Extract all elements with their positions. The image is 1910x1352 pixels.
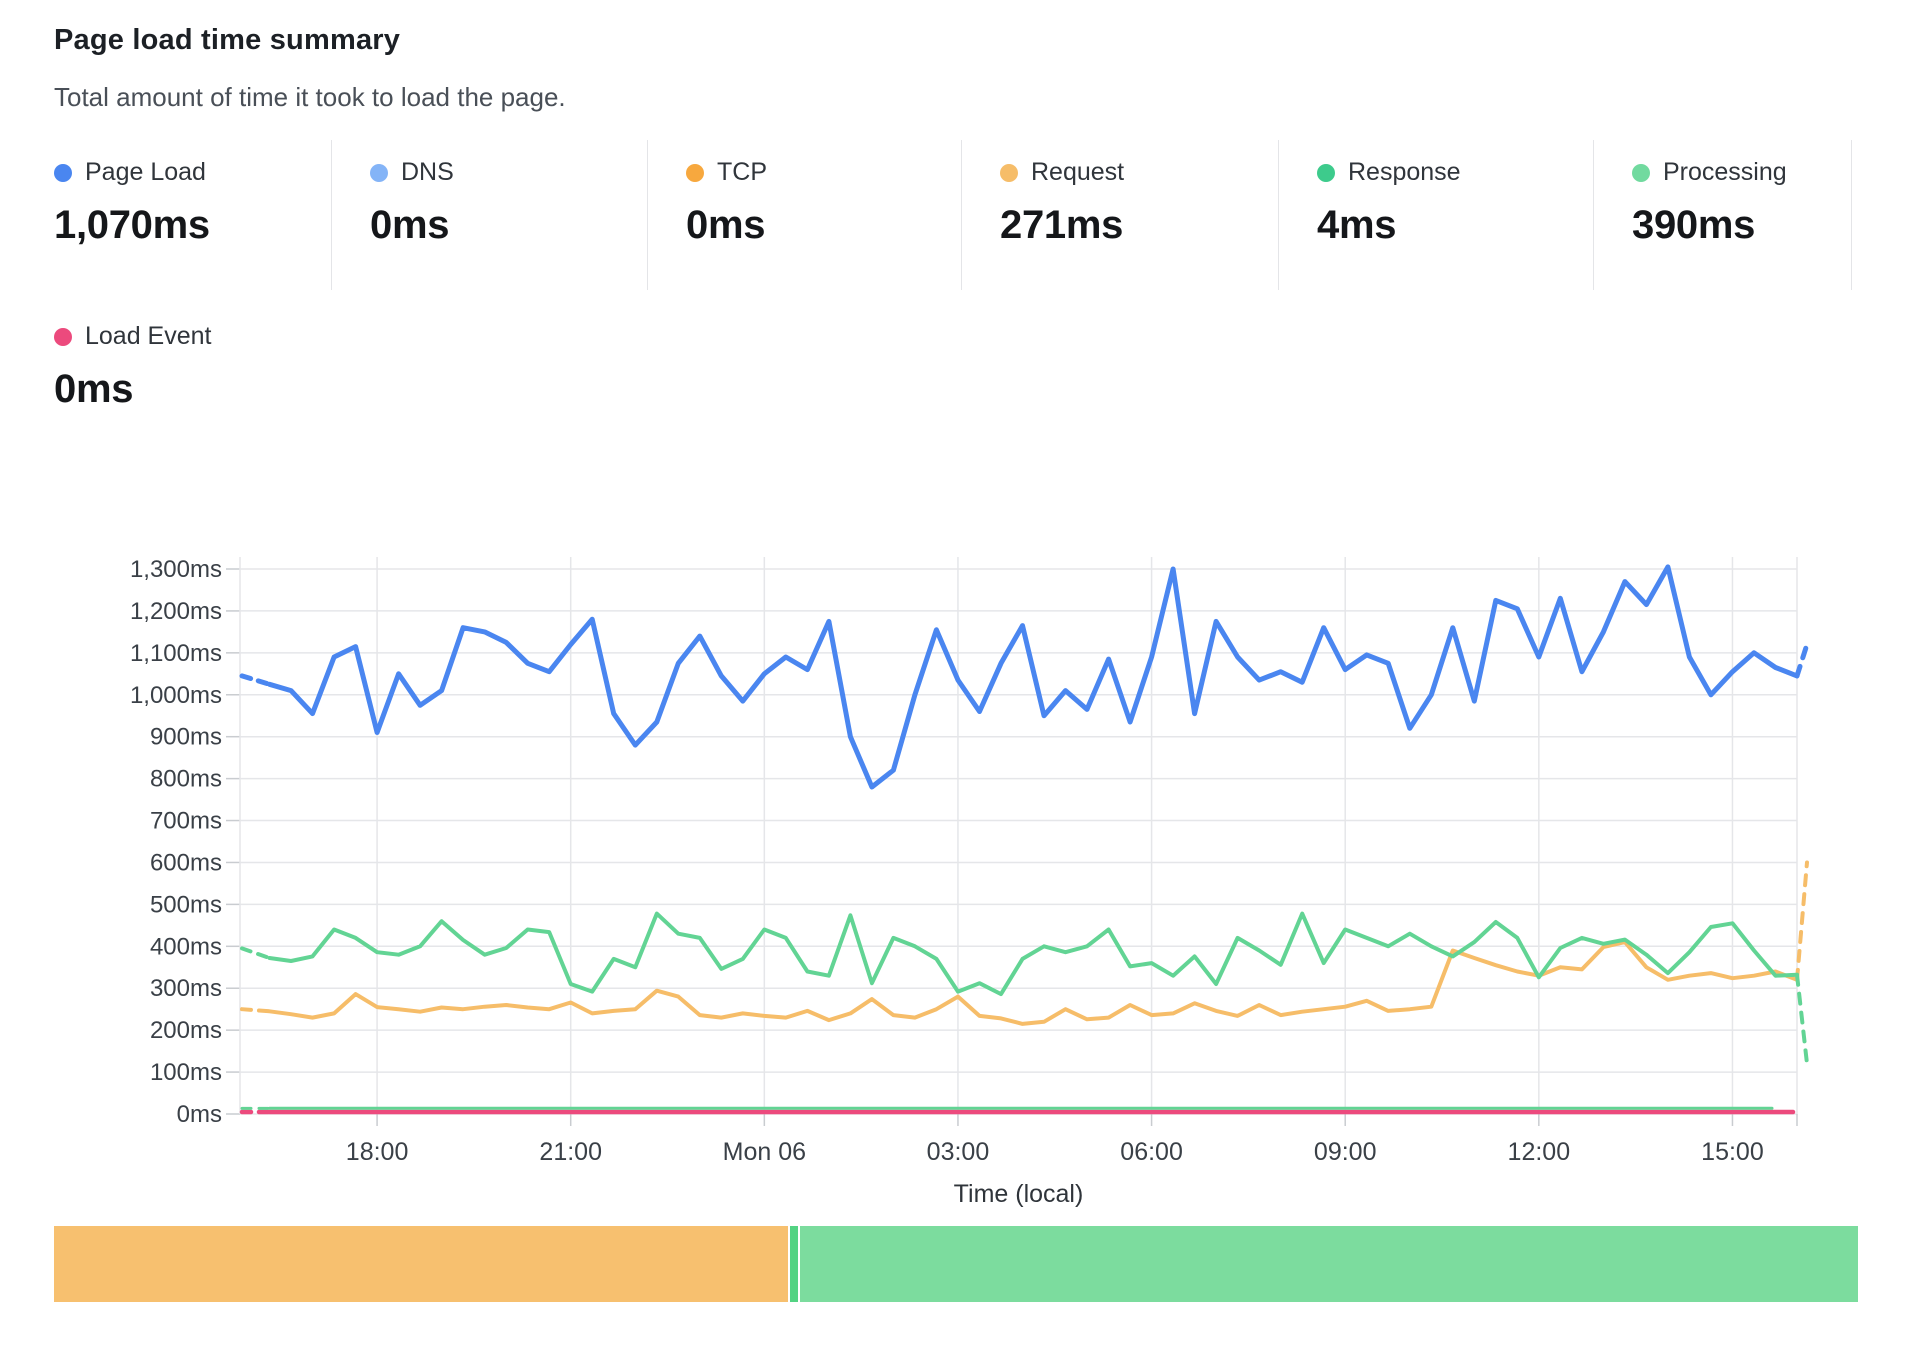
dns-legend-dot-icon: [370, 164, 388, 182]
load-event-label: Load Event: [85, 322, 212, 351]
line-chart-svg[interactable]: 0ms 100ms 200ms 300ms 400ms 500ms 600ms 700ms 80…: [0, 540, 1910, 1240]
metric-summary-row: Page Load 1,070ms DNS 0ms TCP 0ms Request 271ms…: [54, 140, 1852, 290]
metric-summary-page-load: Page Load 1,070ms: [54, 140, 332, 290]
metric-summary-dns: DNS 0ms: [332, 140, 648, 290]
y-tick-label: 1,100ms: [130, 640, 222, 667]
page-load-legend-dot-icon: [54, 164, 72, 182]
y-tick-label: 300ms: [150, 975, 222, 1002]
request-line-dashed-start: [242, 1009, 270, 1011]
x-tick-label: 15:00: [1701, 1138, 1764, 1166]
x-tick-label: 03:00: [927, 1138, 990, 1166]
load-event-value: 0ms: [54, 367, 212, 412]
tcp-legend-dot-icon: [686, 164, 704, 182]
page-load-value: 1,070ms: [54, 203, 331, 248]
metric-summary-row-2: Load Event 0ms: [54, 322, 212, 412]
metric-summary-tcp: TCP 0ms: [648, 140, 962, 290]
x-tick-label: Mon 06: [723, 1138, 806, 1166]
y-tick-label: 1,200ms: [130, 598, 222, 625]
page-subtitle: Total amount of time it took to load the…: [54, 82, 566, 113]
metric-summary-processing: Processing 390ms: [1594, 140, 1852, 290]
x-tick-label: 09:00: [1314, 1138, 1377, 1166]
response-value: 4ms: [1317, 203, 1593, 248]
y-tick-label: 1,000ms: [130, 682, 222, 709]
y-tick-label: 600ms: [150, 849, 222, 876]
y-tick-label: 100ms: [150, 1059, 222, 1086]
response-legend-dot-icon: [1317, 164, 1335, 182]
processing-line-dashed-start: [242, 948, 270, 958]
y-tick-label: 1,300ms: [130, 556, 222, 583]
request-value: 271ms: [1000, 203, 1278, 248]
request-line-dashed-end: [1797, 862, 1807, 979]
status-segment-up-1[interactable]: [790, 1226, 798, 1302]
status-segment-up-2[interactable]: [800, 1226, 1858, 1302]
tcp-value: 0ms: [686, 203, 961, 248]
page-load-summary-panel: Page load time summary Total amount of t…: [0, 0, 1910, 1352]
processing-label: Processing: [1663, 158, 1787, 187]
x-tick-label: 18:00: [346, 1138, 409, 1166]
page-load-time-chart[interactable]: 0ms 100ms 200ms 300ms 400ms 500ms 600ms 700ms 80…: [0, 540, 1910, 1240]
y-tick-label: 800ms: [150, 766, 222, 793]
x-tick-label: 12:00: [1508, 1138, 1571, 1166]
x-tick-label: 06:00: [1120, 1138, 1183, 1166]
page-load-line: [270, 567, 1798, 787]
metric-summary-request: Request 271ms: [962, 140, 1279, 290]
y-tick-label: 900ms: [150, 724, 222, 751]
page-title: Page load time summary: [54, 24, 400, 57]
request-legend-dot-icon: [1000, 164, 1018, 182]
x-tick-label: 21:00: [539, 1138, 602, 1166]
status-segment-degraded-0[interactable]: [54, 1226, 788, 1302]
processing-line: [270, 914, 1798, 995]
dns-label: DNS: [401, 158, 454, 187]
y-tick-label: 0ms: [177, 1101, 222, 1128]
y-tick-label: 700ms: [150, 808, 222, 835]
processing-value: 390ms: [1632, 203, 1851, 248]
load-event-legend-dot-icon: [54, 328, 72, 346]
page-load-line-dashed-start: [242, 676, 270, 684]
y-tick-label: 400ms: [150, 933, 222, 960]
dns-value: 0ms: [370, 203, 647, 248]
y-tick-label: 500ms: [150, 891, 222, 918]
page-load-label: Page Load: [85, 158, 206, 187]
y-tick-label: 200ms: [150, 1017, 222, 1044]
x-axis-title: Time (local): [954, 1180, 1084, 1208]
uptime-status-bar: [54, 1226, 1858, 1302]
metric-summary-load-event: Load Event 0ms: [54, 322, 212, 412]
tcp-label: TCP: [717, 158, 767, 187]
response-label: Response: [1348, 158, 1461, 187]
request-label: Request: [1031, 158, 1124, 187]
page-load-line-dashed-end: [1797, 644, 1807, 675]
metric-summary-response: Response 4ms: [1279, 140, 1594, 290]
processing-line-dashed-end: [1797, 975, 1807, 1064]
processing-legend-dot-icon: [1632, 164, 1650, 182]
